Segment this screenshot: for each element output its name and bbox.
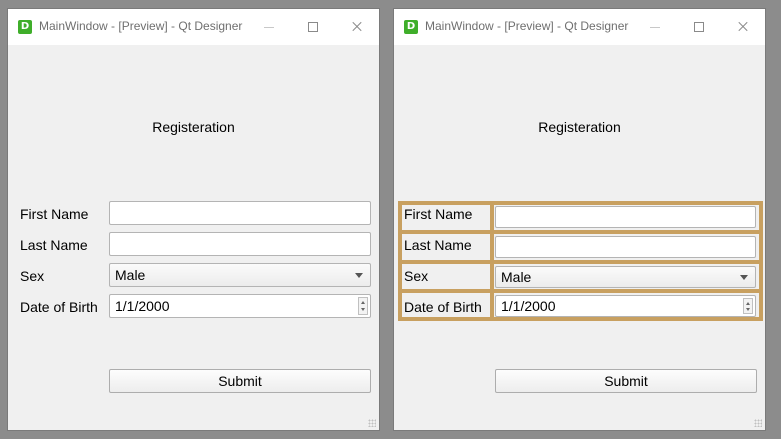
dob-value: 1/1/2000 <box>115 298 170 314</box>
resize-grip[interactable] <box>754 419 762 427</box>
dob-value: 1/1/2000 <box>501 298 556 314</box>
window-title: MainWindow - [Preview] - Qt Designer <box>425 19 629 33</box>
close-button[interactable] <box>335 9 379 45</box>
spin-up-icon[interactable] <box>361 301 365 304</box>
sex-combobox[interactable]: Male <box>495 266 756 288</box>
chevron-down-icon[interactable] <box>355 273 363 278</box>
dob-date-edit[interactable]: 1/1/2000 <box>495 295 756 317</box>
dob-label: Date of Birth <box>404 299 482 315</box>
preview-window-plain: D MainWindow - [Preview] - Qt Designer R… <box>7 8 380 431</box>
maximize-button[interactable] <box>291 9 335 45</box>
date-spin-buttons[interactable] <box>743 298 753 314</box>
spin-up-icon[interactable] <box>746 302 750 305</box>
qt-designer-app-icon: D <box>18 20 32 34</box>
submit-button[interactable]: Submit <box>109 369 371 393</box>
first-name-input[interactable] <box>109 201 371 225</box>
minimize-button[interactable] <box>247 9 291 45</box>
maximize-button[interactable] <box>677 9 721 45</box>
close-button[interactable] <box>721 9 765 45</box>
registration-heading: Registeration <box>538 119 621 135</box>
title-bar[interactable]: D MainWindow - [Preview] - Qt Designer <box>394 9 765 45</box>
spin-down-icon[interactable] <box>361 308 365 311</box>
title-bar[interactable]: D MainWindow - [Preview] - Qt Designer <box>8 9 379 45</box>
last-name-input[interactable] <box>109 232 371 256</box>
first-name-label: First Name <box>20 206 89 222</box>
date-spin-buttons[interactable] <box>358 297 368 315</box>
window-title: MainWindow - [Preview] - Qt Designer <box>39 19 243 33</box>
last-name-label: Last Name <box>20 237 88 253</box>
sex-selected-value: Male <box>115 267 146 283</box>
sex-label: Sex <box>20 268 45 284</box>
last-name-label: Last Name <box>404 237 472 253</box>
dob-date-edit[interactable]: 1/1/2000 <box>109 294 371 318</box>
dob-label: Date of Birth <box>20 299 98 315</box>
resize-grip[interactable] <box>368 419 376 427</box>
minimize-button[interactable] <box>633 9 677 45</box>
submit-button[interactable]: Submit <box>495 369 757 393</box>
last-name-input[interactable] <box>495 236 756 258</box>
registration-heading: Registeration <box>152 119 235 135</box>
chevron-down-icon[interactable] <box>740 275 748 280</box>
sex-selected-value: Male <box>501 269 532 285</box>
qt-designer-app-icon: D <box>404 20 418 34</box>
preview-window-layout-outlined: D MainWindow - [Preview] - Qt Designer R… <box>393 8 766 431</box>
spin-down-icon[interactable] <box>746 308 750 311</box>
first-name-input[interactable] <box>495 206 756 228</box>
sex-combobox[interactable]: Male <box>109 263 371 287</box>
sex-label: Sex <box>404 268 429 284</box>
first-name-label: First Name <box>404 206 473 222</box>
